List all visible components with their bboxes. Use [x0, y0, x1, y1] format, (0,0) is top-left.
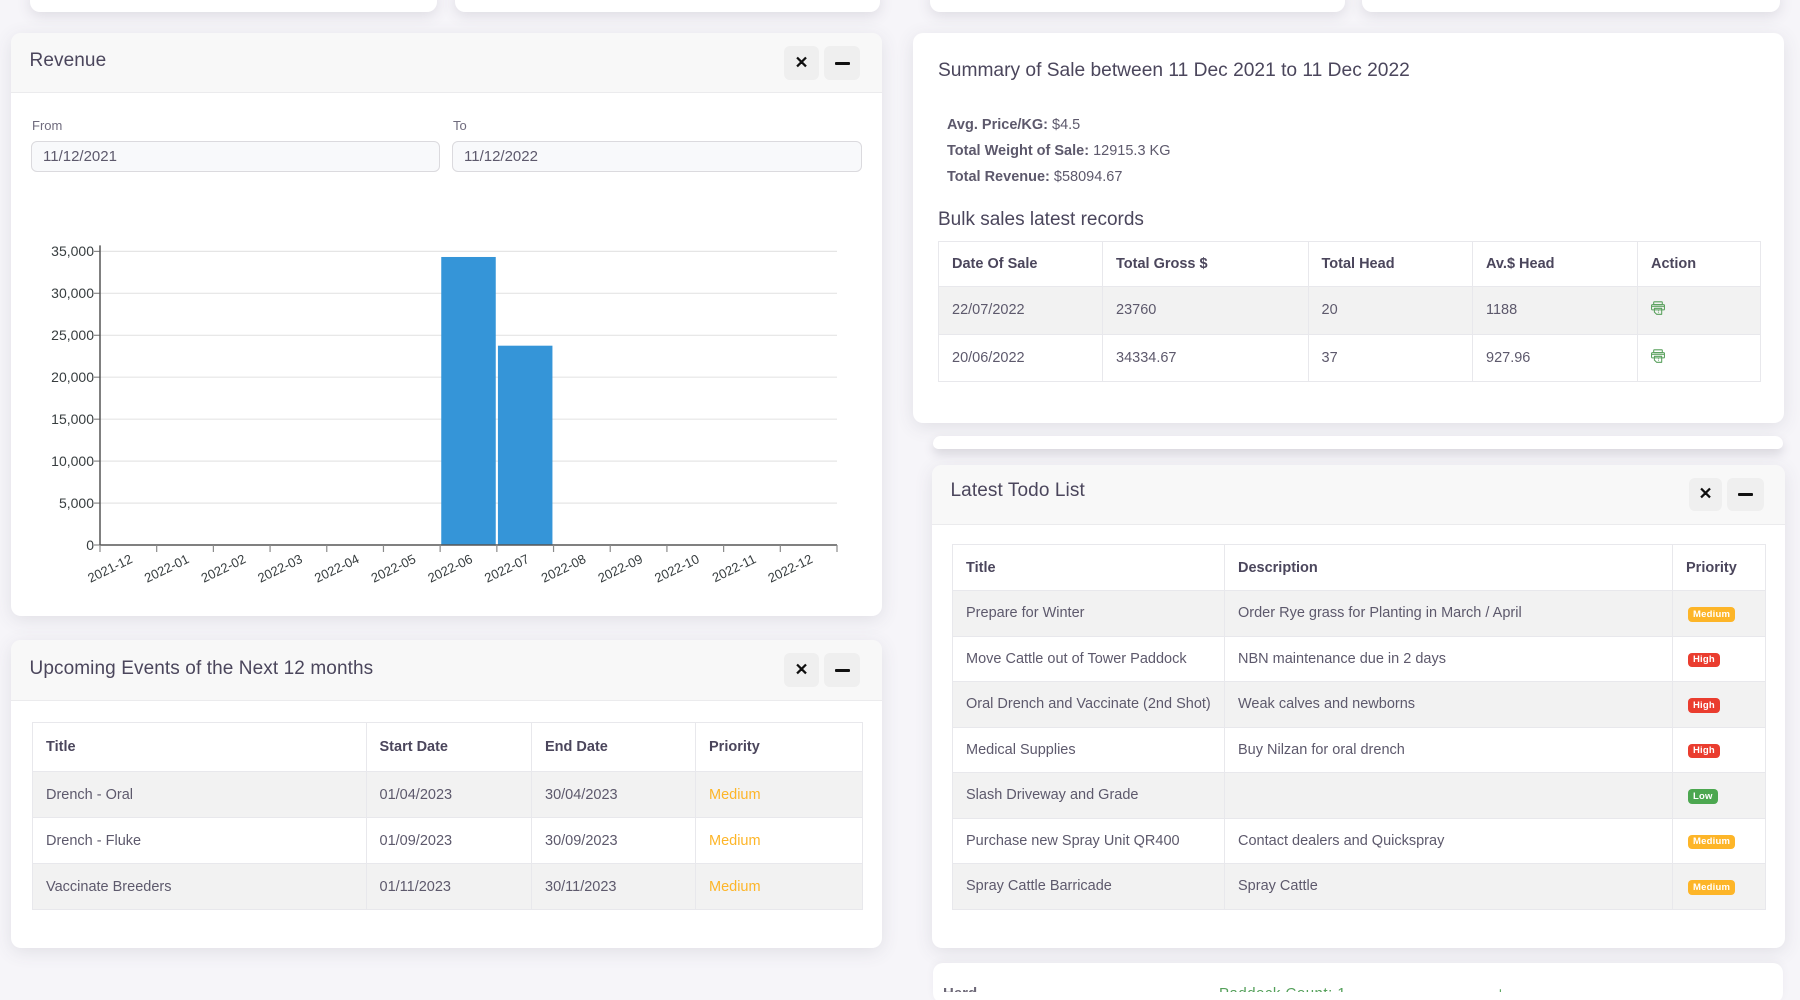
- svg-text:30,000: 30,000: [51, 285, 94, 301]
- svg-text:0: 0: [86, 537, 94, 553]
- svg-text:2022-10: 2022-10: [652, 551, 701, 585]
- svg-text:2022-07: 2022-07: [482, 551, 531, 585]
- svg-text:2022-11: 2022-11: [710, 551, 759, 585]
- svg-text:2022-08: 2022-08: [539, 551, 588, 585]
- svg-text:35,000: 35,000: [51, 243, 94, 259]
- svg-text:2022-05: 2022-05: [369, 551, 418, 585]
- svg-text:15,000: 15,000: [51, 411, 94, 427]
- svg-text:2022-12: 2022-12: [766, 551, 815, 585]
- svg-text:2022-03: 2022-03: [255, 551, 304, 585]
- svg-text:2022-06: 2022-06: [425, 551, 474, 585]
- svg-text:20,000: 20,000: [51, 369, 94, 385]
- svg-text:2022-01: 2022-01: [142, 551, 191, 585]
- svg-text:5,000: 5,000: [59, 495, 94, 511]
- svg-text:2021-12: 2021-12: [85, 551, 134, 585]
- svg-text:25,000: 25,000: [51, 327, 94, 343]
- svg-text:2022-02: 2022-02: [199, 551, 248, 585]
- svg-text:2022-04: 2022-04: [312, 551, 361, 585]
- svg-text:2022-09: 2022-09: [595, 551, 644, 585]
- svg-text:10,000: 10,000: [51, 453, 94, 469]
